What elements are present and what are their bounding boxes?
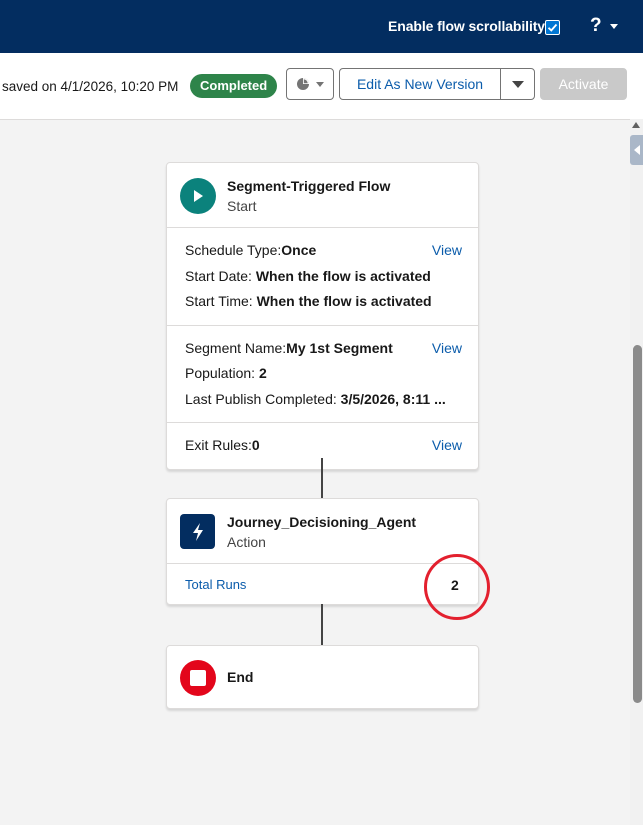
start-date-row: Start Date: When the flow is activated xyxy=(185,264,462,290)
chevron-down-icon xyxy=(511,80,524,88)
exit-rules-label: Exit Rules: xyxy=(185,437,252,453)
analytics-menu-button[interactable] xyxy=(286,68,334,100)
checkmark-icon xyxy=(547,23,558,32)
start-time-value: When the flow is activated xyxy=(256,293,432,309)
population-row: Population: 2 xyxy=(185,361,462,387)
flow-scrollability-label: Enable flow scrollability xyxy=(388,18,545,34)
connector-line xyxy=(321,604,323,646)
activate-button[interactable]: Activate xyxy=(540,68,627,100)
schedule-view-link[interactable]: View xyxy=(432,238,462,264)
action-node-subtitle: Action xyxy=(227,534,266,550)
start-time-label: Start Time: xyxy=(185,293,253,309)
segment-section: Segment Name:My 1st Segment View Populat… xyxy=(167,324,478,423)
start-date-value: When the flow is activated xyxy=(255,267,431,284)
schedule-section: Schedule Type:Once View Start Date: When… xyxy=(167,227,478,325)
scroll-up-arrow[interactable] xyxy=(632,122,640,128)
more-actions-button[interactable] xyxy=(500,68,535,100)
edit-as-new-version-button[interactable]: Edit As New Version xyxy=(339,68,501,100)
start-node-header: Segment-Triggered Flow Start xyxy=(167,163,478,227)
last-publish-label: Last Publish Completed: xyxy=(185,390,337,407)
global-header: Enable flow scrollability ? xyxy=(0,0,643,53)
play-icon xyxy=(180,178,216,214)
schedule-type-row: Schedule Type:Once View xyxy=(185,238,462,264)
connector-line xyxy=(321,458,323,499)
exit-rules-row: Exit Rules:0 View xyxy=(185,433,462,459)
scrollbar-thumb[interactable] xyxy=(633,345,642,703)
end-node-title: End xyxy=(227,669,254,685)
last-publish-row: Last Publish Completed: 3/5/2026, 8:11 .… xyxy=(185,387,462,413)
start-node-card[interactable]: Segment-Triggered Flow Start Schedule Ty… xyxy=(166,162,479,470)
action-node-header: Journey_Decisioning_Agent Action xyxy=(167,499,478,563)
population-label: Population: xyxy=(185,365,256,381)
schedule-type-label: Schedule Type: xyxy=(185,242,282,258)
segment-view-link[interactable]: View xyxy=(432,336,462,362)
lightning-bolt-icon xyxy=(180,514,215,549)
end-node-header: End xyxy=(167,646,478,710)
start-node-title: Segment-Triggered Flow xyxy=(227,178,391,194)
flow-toolbar: saved on 4/1/2026, 10:20 PM Completed Ed… xyxy=(0,53,643,120)
chevron-down-icon[interactable] xyxy=(610,24,618,29)
end-node-card[interactable]: End xyxy=(166,645,479,709)
population-value: 2 xyxy=(258,365,267,381)
exit-rules-view-link[interactable]: View xyxy=(432,433,462,459)
segment-name-row: Segment Name:My 1st Segment View xyxy=(185,336,462,362)
exit-rules-value: 0 xyxy=(251,437,260,453)
chevron-left-icon xyxy=(633,145,640,155)
panel-toggle-tab[interactable] xyxy=(630,135,643,165)
last-publish-value: 3/5/2026, 8:11 ... xyxy=(340,390,446,407)
highlight-annotation xyxy=(424,554,490,620)
start-date-label: Start Date: xyxy=(185,267,252,284)
chevron-down-icon xyxy=(316,81,324,87)
segment-name-value: My 1st Segment xyxy=(286,339,393,356)
start-time-row: Start Time: When the flow is activated xyxy=(185,289,462,315)
start-node-subtitle: Start xyxy=(227,198,257,214)
segment-name-label: Segment Name: xyxy=(185,339,287,356)
pie-chart-icon xyxy=(297,78,309,90)
help-button[interactable]: ? xyxy=(590,15,602,37)
status-badge: Completed xyxy=(190,74,278,98)
flow-scrollability-checkbox[interactable] xyxy=(545,20,560,35)
saved-timestamp: saved on 4/1/2026, 10:20 PM xyxy=(2,79,179,94)
total-runs-link[interactable]: Total Runs xyxy=(185,577,246,592)
stop-icon xyxy=(180,660,216,696)
schedule-type-value: Once xyxy=(281,242,317,258)
action-node-title: Journey_Decisioning_Agent xyxy=(227,514,417,530)
